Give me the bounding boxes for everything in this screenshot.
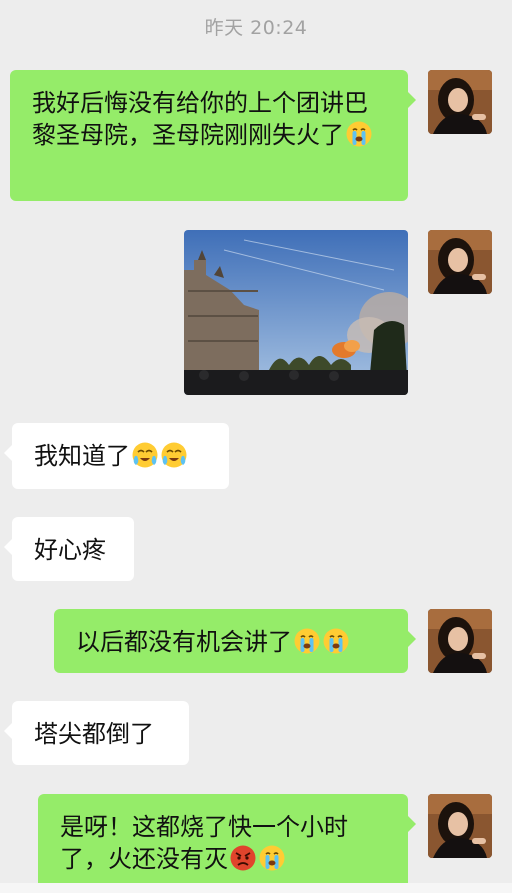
- input-bar-edge: [0, 883, 512, 893]
- chat-view: 昨天 20:24 我好后悔没有给你的上个团讲巴黎圣母院，圣母院刚刚失火了 我知道…: [0, 0, 512, 893]
- avatar[interactable]: [428, 794, 492, 858]
- message-bubble-outgoing[interactable]: 以后都没有机会讲了: [54, 609, 416, 673]
- message-text: 是呀！这都烧了快一个小时了，火还没有灭: [60, 813, 348, 873]
- message-bubble-incoming[interactable]: 好心疼: [4, 517, 134, 581]
- avatar[interactable]: [428, 70, 492, 134]
- crying-face-icon: [294, 628, 320, 654]
- message-bubble-outgoing[interactable]: 我好后悔没有给你的上个团讲巴黎圣母院，圣母院刚刚失火了: [10, 70, 416, 201]
- photo-notre-dame-fire-icon: [184, 230, 408, 395]
- message-text: 塔尖都倒了: [34, 720, 154, 748]
- angry-face-icon: [230, 845, 256, 871]
- message-bubble-outgoing[interactable]: 是呀！这都烧了快一个小时了，火还没有灭: [38, 794, 416, 893]
- message-text: 好心疼: [34, 536, 106, 564]
- crying-face-icon: [259, 845, 285, 871]
- message-bubble-incoming[interactable]: 我知道了: [4, 423, 229, 489]
- avatar[interactable]: [428, 609, 492, 673]
- crying-face-icon: [346, 121, 372, 147]
- message-text: 以后都没有机会讲了: [76, 628, 292, 656]
- crying-face-icon: [323, 628, 349, 654]
- message-text: 我好后悔没有给你的上个团讲巴黎圣母院，圣母院刚刚失火了: [32, 89, 368, 149]
- message-bubble-incoming[interactable]: 塔尖都倒了: [4, 701, 189, 765]
- loudly-crying-face-icon: [132, 442, 158, 468]
- message-image[interactable]: [184, 230, 408, 395]
- loudly-crying-face-icon: [161, 442, 187, 468]
- avatar[interactable]: [428, 230, 492, 294]
- message-timestamp: 昨天 20:24: [204, 17, 308, 39]
- message-text: 我知道了: [34, 442, 130, 470]
